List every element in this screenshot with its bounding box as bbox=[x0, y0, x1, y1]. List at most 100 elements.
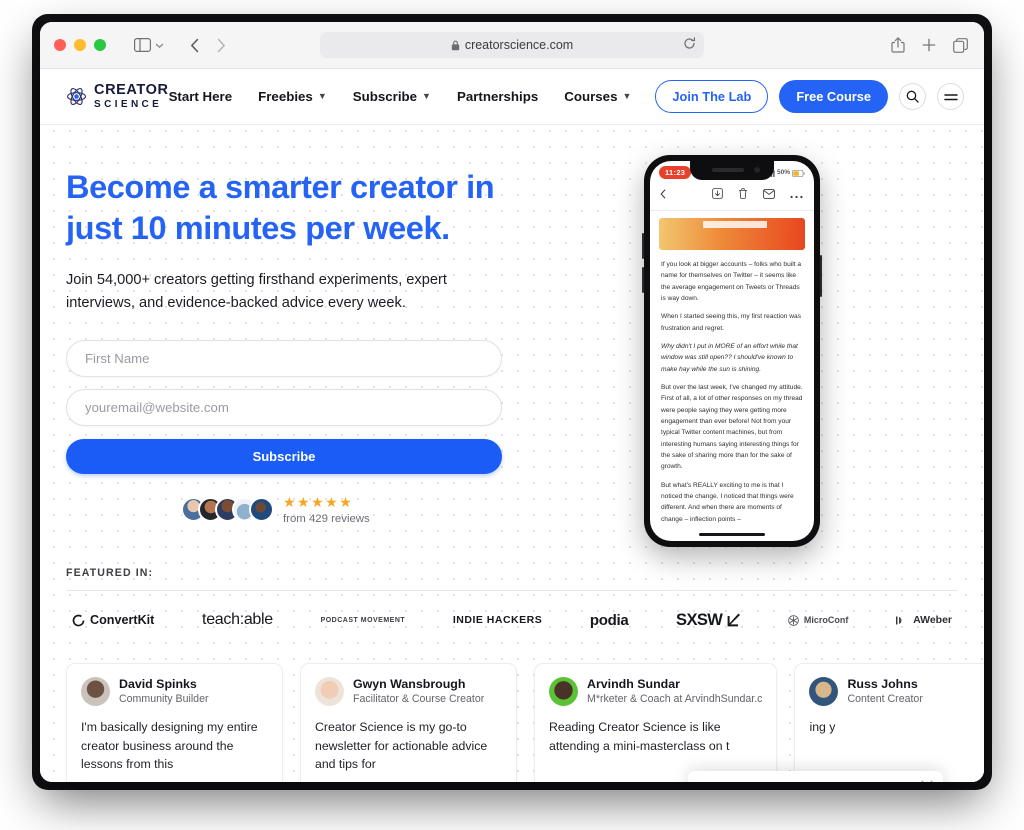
site-logo[interactable]: CREATOR SCIENCE bbox=[66, 83, 169, 110]
featured-logo-microconf: MicroConf bbox=[788, 615, 849, 626]
featured-in-section: FEATURED IN: ConvertKit teach:able PODCA… bbox=[40, 567, 984, 630]
testimonial-card[interactable]: Gwyn Wansbrough Facilitator & Course Cre… bbox=[300, 662, 517, 782]
chevron-down-icon: ▼ bbox=[317, 91, 327, 101]
featured-logo-podcast-movement: PODCAST MOVEMENT bbox=[321, 617, 406, 624]
nav-label: Partnerships bbox=[456, 89, 539, 104]
featured-logo-podia: podia bbox=[590, 612, 629, 629]
nav-item-freebies[interactable]: Freebies ▼ bbox=[258, 89, 327, 104]
testimonials-section: David Spinks Community Builder I'm basic… bbox=[40, 662, 984, 782]
nav-item-start-here[interactable]: Start Here bbox=[169, 89, 233, 104]
phone-camera-icon bbox=[754, 167, 760, 173]
testimonial-role: M*rketer & Coach at ArvindhSundar.c bbox=[587, 693, 763, 706]
close-window-button[interactable] bbox=[54, 39, 66, 51]
subscribe-form: Subscribe bbox=[66, 339, 502, 474]
nav-label: Subscribe bbox=[352, 89, 418, 104]
featured-logo-label: MicroConf bbox=[803, 615, 849, 626]
first-name-input[interactable] bbox=[66, 339, 502, 377]
menu-button[interactable] bbox=[937, 83, 965, 110]
share-icon[interactable] bbox=[891, 37, 905, 53]
logo-line2: SCIENCE bbox=[94, 98, 163, 110]
phone-speaker bbox=[712, 168, 744, 172]
featured-logo-label: INDIE HACKERS bbox=[452, 614, 543, 627]
back-chevron-icon[interactable] bbox=[660, 186, 666, 204]
site-header: CREATOR SCIENCE Start Here Freebies ▼ Su… bbox=[40, 69, 984, 125]
nav-label: Start Here bbox=[168, 89, 233, 104]
nav-label: Freebies bbox=[258, 89, 313, 104]
featured-logo-label: teach:able bbox=[202, 611, 273, 629]
sidebar-toggle-icon bbox=[134, 38, 151, 52]
star-rating-icon: ★★★★★ bbox=[283, 493, 354, 510]
email-input[interactable] bbox=[66, 388, 502, 426]
minimize-window-button[interactable] bbox=[74, 39, 86, 51]
back-chevron-icon[interactable] bbox=[190, 38, 199, 53]
avatar bbox=[549, 677, 578, 707]
testimonial-header: Russ Johns Content Creator bbox=[809, 677, 984, 707]
featured-logo-convertkit: ConvertKit bbox=[72, 613, 154, 627]
avatar bbox=[249, 497, 274, 523]
trash-icon[interactable] bbox=[738, 186, 748, 204]
newsletter-survey-popup[interactable]: Do you have a newsletter? Click to answe… bbox=[688, 771, 943, 782]
lock-icon bbox=[451, 40, 460, 51]
nav-item-partnerships[interactable]: Partnerships bbox=[457, 89, 538, 104]
phone-mockup: 11:23 50% If you look at bigger accounts… bbox=[642, 155, 822, 547]
forward-chevron-icon[interactable] bbox=[217, 38, 226, 53]
featured-logo-label: ConvertKit bbox=[90, 613, 155, 628]
more-icon[interactable] bbox=[790, 186, 803, 204]
featured-logo-aweber: AWeber bbox=[896, 614, 952, 626]
testimonial-role: Content Creator bbox=[847, 693, 923, 706]
free-course-button[interactable]: Free Course bbox=[779, 80, 889, 113]
nav-label: Courses bbox=[564, 89, 618, 104]
mail-icon[interactable] bbox=[763, 186, 775, 204]
subscribe-button[interactable]: Subscribe bbox=[66, 438, 502, 474]
sxsw-arrow-icon bbox=[727, 613, 741, 627]
maximize-window-button[interactable] bbox=[94, 39, 106, 51]
search-icon bbox=[906, 90, 919, 103]
email-paragraph: But over the last week, I've changed my … bbox=[661, 383, 803, 471]
join-the-lab-button[interactable]: Join The Lab bbox=[655, 80, 769, 113]
testimonial-quote: Reading Creator Science is like attendin… bbox=[549, 720, 730, 753]
header-actions: Join The Lab Free Course bbox=[655, 80, 965, 113]
microconf-mark-icon bbox=[788, 615, 799, 626]
testimonial-card[interactable]: Arvindh Sundar M*rketer & Coach at Arvin… bbox=[534, 662, 778, 782]
reviews-count: from 429 reviews bbox=[283, 512, 370, 525]
featured-logo-label: PODCAST MOVEMENT bbox=[320, 616, 406, 624]
phone-screen: 11:23 50% If you look at bigger accounts… bbox=[650, 161, 814, 541]
rating-block: ★★★★★ from 429 reviews bbox=[283, 495, 370, 525]
tab-overview-icon[interactable] bbox=[953, 37, 968, 53]
plus-icon[interactable] bbox=[922, 38, 936, 52]
phone-clock: 11:23 bbox=[659, 166, 692, 179]
email-paragraph: But what's REALLY exciting to me is that… bbox=[661, 481, 794, 523]
featured-logo-sxsw: SXSW bbox=[676, 611, 741, 630]
testimonial-card[interactable]: David Spinks Community Builder I'm basic… bbox=[66, 662, 283, 782]
page-title: Become a smarter creator in just 10 minu… bbox=[66, 169, 495, 247]
archive-icon[interactable] bbox=[712, 186, 723, 204]
testimonial-header: Arvindh Sundar M*rketer & Coach at Arvin… bbox=[549, 677, 762, 707]
email-paragraph: If you look at bigger accounts – folks w… bbox=[661, 261, 802, 302]
phone-body: 11:23 50% If you look at bigger accounts… bbox=[642, 155, 822, 547]
featured-logo-label: AWeber bbox=[913, 614, 952, 627]
close-icon[interactable] bbox=[921, 780, 933, 782]
testimonial-header: Gwyn Wansbrough Facilitator & Course Cre… bbox=[315, 677, 502, 707]
nav-item-courses[interactable]: Courses ▼ bbox=[564, 89, 631, 104]
hero-section: Become a smarter creator in just 10 minu… bbox=[40, 125, 984, 547]
reload-icon[interactable] bbox=[683, 37, 696, 53]
nav-item-subscribe[interactable]: Subscribe ▼ bbox=[353, 89, 431, 104]
nav-buttons bbox=[190, 38, 226, 53]
search-button[interactable] bbox=[899, 83, 927, 110]
address-bar-url: creatorscience.com bbox=[464, 38, 574, 52]
testimonial-name: Gwyn Wansbrough bbox=[353, 676, 466, 691]
chevron-down-icon: ▼ bbox=[422, 91, 431, 101]
testimonial-card[interactable]: Russ Johns Content Creator ing y bbox=[794, 662, 984, 782]
hero-subtitle: Join 54,000+ creators getting firsthand … bbox=[66, 271, 447, 312]
atom-icon bbox=[66, 86, 87, 107]
address-bar[interactable]: creatorscience.com bbox=[320, 32, 704, 58]
avatar bbox=[809, 677, 839, 707]
testimonial-name: Russ Johns bbox=[847, 676, 918, 691]
toolbar-right-actions bbox=[891, 37, 968, 53]
sidebar-chevron-down-icon[interactable] bbox=[155, 42, 164, 49]
sidebar-toggle-button[interactable] bbox=[134, 38, 164, 52]
browser-window: creatorscience.com CREATOR SCIENCE Start… bbox=[40, 22, 984, 782]
testimonial-role: Facilitator & Course Creator bbox=[353, 693, 485, 706]
phone-notch bbox=[690, 161, 774, 180]
aweber-mark-icon bbox=[896, 615, 908, 626]
